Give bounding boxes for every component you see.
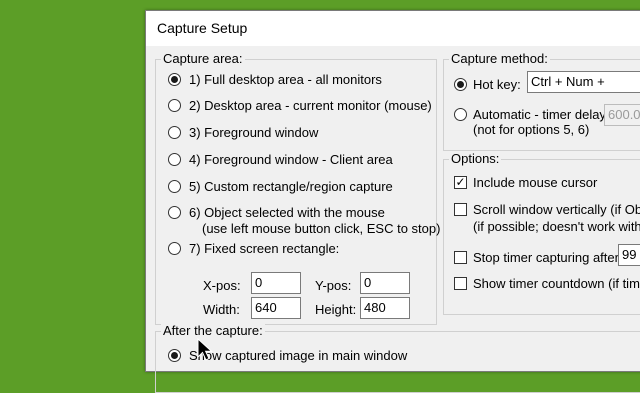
height-input[interactable]: 480 <box>360 297 410 319</box>
radio-button[interactable] <box>454 78 467 91</box>
radio-label: Show captured image in main window <box>189 348 408 363</box>
capture-area-group: Capture area: 1) Full desktop area - all… <box>155 51 441 325</box>
timer-delay-input[interactable]: 600.0 <box>604 104 640 126</box>
ypos-input[interactable]: 0 <box>360 272 410 294</box>
checkbox[interactable] <box>454 203 467 216</box>
checkbox[interactable] <box>454 251 467 264</box>
checkbox-label: Stop timer capturing after: <box>473 250 623 265</box>
mouse-pointer-icon <box>197 338 213 361</box>
capture-area-label: Capture area: <box>161 51 245 67</box>
capture-setup-dialog: Capture Setup Capture area: 1) Full desk… <box>145 10 640 393</box>
radio-label: 6) Object selected with the mouse <box>189 205 385 220</box>
radio-label: 1) Full desktop area - all monitors <box>189 72 382 87</box>
checkbox-label: Include mouse cursor <box>473 175 598 190</box>
height-label: Height: <box>315 302 357 317</box>
window-title: Capture Setup <box>157 20 248 36</box>
checkbox-label: Scroll window vertically (if Objec <box>473 202 640 217</box>
checkbox[interactable]: ✓ <box>454 176 467 189</box>
radio-label: Hot key: <box>473 77 521 92</box>
after-capture-group: After the capture: Show captured image i… <box>155 323 640 393</box>
radio-button[interactable] <box>454 108 467 121</box>
radio-button[interactable] <box>168 153 181 166</box>
xpos-label: X-pos: <box>203 278 241 293</box>
radio-label: 2) Desktop area - current monitor (mouse… <box>189 98 432 113</box>
radio-button[interactable] <box>168 349 181 362</box>
capture-method-group: Capture method: Hot key: Ctrl + Num + Au… <box>443 51 640 151</box>
hotkey-input[interactable]: Ctrl + Num + <box>527 71 640 93</box>
radio-label: 5) Custom rectangle/region capture <box>189 179 393 194</box>
stop-timer-input[interactable]: 99 <box>618 244 640 266</box>
radio-button[interactable] <box>168 126 181 139</box>
radio-label: Automatic - timer delay: <box>473 107 610 122</box>
width-label: Width: <box>203 302 240 317</box>
xpos-input[interactable]: 0 <box>251 272 301 294</box>
radio-label: 4) Foreground window - Client area <box>189 152 393 167</box>
checkbox-label: Show timer countdown (if timer <box>473 276 640 291</box>
radio-button[interactable] <box>168 180 181 193</box>
options-group: Options: ✓ Include mouse cursor Scroll w… <box>443 151 640 315</box>
ypos-label: Y-pos: <box>315 278 352 293</box>
checkbox-sublabel: (if possible; doesn't work with a <box>473 219 640 234</box>
capture-method-label: Capture method: <box>449 51 550 67</box>
radio-button[interactable] <box>168 242 181 255</box>
checkbox[interactable] <box>454 277 467 290</box>
options-label: Options: <box>449 151 502 167</box>
radio-sublabel: (not for options 5, 6) <box>473 122 590 137</box>
radio-button[interactable] <box>168 206 181 219</box>
width-input[interactable]: 640 <box>251 297 301 319</box>
title-bar[interactable]: Capture Setup <box>146 11 640 46</box>
radio-label: 7) Fixed screen rectangle: <box>189 241 340 256</box>
radio-button[interactable] <box>168 99 181 112</box>
radio-label: 3) Foreground window <box>189 125 319 140</box>
radio-sublabel: (use left mouse button click, ESC to sto… <box>202 221 441 236</box>
after-capture-label: After the capture: <box>161 323 265 339</box>
radio-button[interactable] <box>168 73 181 86</box>
